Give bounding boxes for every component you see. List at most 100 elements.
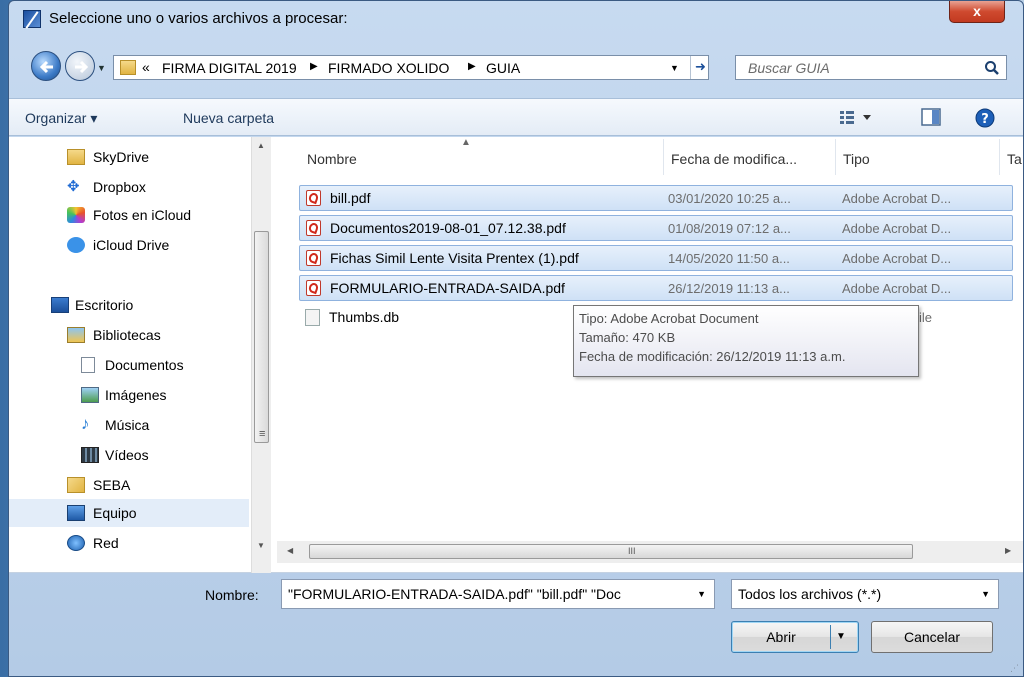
search-box[interactable]: Buscar GUIA [735, 55, 1007, 80]
grip-icon: ≡ [259, 428, 266, 440]
column-divider[interactable] [835, 139, 836, 175]
sidebar-item-icloud-drive[interactable]: iCloud Drive [9, 231, 249, 259]
sidebar-item-seba[interactable]: SEBA [9, 471, 249, 499]
scroll-left-icon[interactable]: ◀ [287, 546, 293, 555]
sidebar-item-label: iCloud Drive [93, 237, 170, 253]
scroll-right-icon[interactable]: ▶ [1005, 546, 1011, 555]
breadcrumb-chevron-icon[interactable]: ▶ [310, 61, 318, 72]
address-bar[interactable]: « FIRMA DIGITAL 2019 ▶ FIRMADO XOLIDO ▶ … [113, 55, 709, 80]
sidebar-item-videos[interactable]: Vídeos [9, 441, 249, 469]
column-header-name[interactable]: Nombre [307, 151, 357, 167]
file-row[interactable]: FORMULARIO-ENTRADA-SAIDA.pdf 26/12/2019 … [299, 275, 1013, 301]
sidebar-item-label: Escritorio [75, 297, 134, 313]
sort-ascending-icon: ▲ [461, 137, 471, 148]
sidebar-item-label: Equipo [93, 505, 137, 521]
open-options-dropdown-icon[interactable]: ▼ [836, 622, 846, 652]
file-date: 03/01/2020 10:25 a... [668, 191, 791, 206]
file-row[interactable]: Documentos2019-08-01_07.12.38.pdf 01/08/… [299, 215, 1013, 241]
sidebar-item-label: Bibliotecas [93, 327, 161, 343]
address-overflow-button[interactable]: « [142, 59, 150, 75]
column-divider[interactable] [663, 139, 664, 175]
file-date: 01/08/2019 07:12 a... [668, 221, 791, 236]
back-arrow-icon [39, 60, 53, 74]
column-divider[interactable] [999, 139, 1000, 175]
back-button[interactable] [31, 51, 61, 81]
sidebar-scroll-thumb[interactable]: ≡ [254, 231, 269, 443]
filename-dropdown-icon[interactable]: ▼ [697, 589, 706, 599]
breadcrumb-guia[interactable]: GUIA [486, 60, 520, 76]
forward-button[interactable] [65, 51, 95, 81]
new-folder-button[interactable]: Nueva carpeta [183, 110, 274, 126]
search-input[interactable]: Buscar GUIA [748, 60, 830, 76]
folder-icon [120, 60, 136, 75]
sidebar-item-fotos-icloud[interactable]: Fotos en iCloud [9, 201, 249, 229]
search-icon[interactable] [984, 60, 1000, 76]
help-icon[interactable]: ? [975, 108, 995, 128]
preview-pane-icon[interactable] [921, 108, 941, 126]
grip-icon: III [628, 546, 636, 556]
column-header-size[interactable]: Ta [1007, 151, 1022, 167]
address-dropdown-icon[interactable]: ▼ [670, 63, 679, 73]
close-button[interactable]: x [949, 1, 1005, 23]
svg-text:?: ? [981, 112, 989, 127]
desktop-icon [51, 297, 69, 313]
sidebar-item-red[interactable]: Red [9, 529, 249, 557]
column-header-type[interactable]: Tipo [843, 151, 870, 167]
view-options-icon[interactable] [839, 108, 875, 126]
sidebar-item-musica[interactable]: ♪ Música [9, 411, 249, 439]
pdf-file-icon [306, 250, 321, 266]
folder-icon [67, 149, 85, 165]
filename-field[interactable]: "FORMULARIO-ENTRADA-SAIDA.pdf" "bill.pdf… [281, 579, 715, 609]
sidebar-item-bibliotecas[interactable]: Bibliotecas [9, 321, 249, 349]
scroll-up-icon[interactable]: ▲ [257, 141, 265, 150]
horizontal-scroll-thumb[interactable]: III [309, 544, 913, 559]
organize-button[interactable]: Organizar ▾ [25, 110, 97, 127]
image-icon [81, 387, 99, 403]
scroll-down-icon[interactable]: ▼ [257, 541, 265, 550]
sidebar-item-label: SkyDrive [93, 149, 150, 165]
sidebar-item-documentos[interactable]: Documentos [9, 351, 249, 379]
open-button[interactable]: Abrir ▼ [731, 621, 859, 653]
user-folder-icon [67, 477, 85, 493]
tooltip-size: Tamaño: 470 KB [579, 330, 676, 345]
forward-arrow-icon [75, 60, 89, 74]
sidebar-item-label: Fotos en iCloud [93, 207, 192, 223]
horizontal-scrollbar[interactable]: ◀ III ▶ [277, 541, 1023, 563]
column-header-date[interactable]: Fecha de modifica... [671, 151, 797, 167]
sidebar-item-label: Documentos [105, 357, 184, 373]
sidebar-item-skydrive[interactable]: SkyDrive [9, 143, 249, 171]
refresh-button[interactable]: ➜ [690, 56, 710, 79]
file-type-filter-select[interactable]: Todos los archivos (*.*) ▼ [731, 579, 999, 609]
resize-grip-icon[interactable]: ⋰ [1010, 663, 1019, 674]
file-type-filter-value: Todos los archivos (*.*) [738, 586, 882, 602]
open-button-label: Abrir [766, 629, 796, 645]
sidebar-item-label: Vídeos [105, 447, 149, 463]
file-date: 14/05/2020 11:50 a... [668, 251, 790, 266]
cancel-button[interactable]: Cancelar [871, 621, 993, 653]
sidebar-item-imagenes[interactable]: Imágenes [9, 381, 249, 409]
file-date: 26/12/2019 11:13 a... [668, 281, 790, 296]
command-bar: Organizar ▾ Nueva carpeta ? [9, 98, 1023, 136]
history-dropdown-icon[interactable]: ▼ [97, 63, 106, 73]
sidebar-item-equipo[interactable]: Equipo [9, 499, 249, 527]
sidebar-item-dropbox[interactable]: ✥ Dropbox [9, 173, 249, 201]
file-type: Adobe Acrobat D... [842, 191, 952, 206]
file-row[interactable]: bill.pdf 03/01/2020 10:25 a... Adobe Acr… [299, 185, 1013, 211]
video-icon [81, 447, 99, 463]
filter-dropdown-icon[interactable]: ▼ [981, 589, 990, 599]
sidebar-item-escritorio[interactable]: Escritorio [9, 291, 249, 319]
dialog-footer: Nombre: "FORMULARIO-ENTRADA-SAIDA.pdf" "… [9, 573, 1023, 677]
breadcrumb-chevron-icon[interactable]: ▶ [468, 61, 476, 72]
dialog-title: Seleccione uno o varios archivos a proce… [49, 10, 348, 27]
document-icon [81, 357, 95, 373]
breadcrumb-firma-digital[interactable]: FIRMA DIGITAL 2019 [162, 60, 297, 76]
breadcrumb-firmado-xolido[interactable]: FIRMADO XOLIDO [328, 60, 449, 76]
file-row[interactable]: Fichas Simil Lente Visita Prentex (1).pd… [299, 245, 1013, 271]
pdf-file-icon [306, 280, 321, 296]
sidebar-scrollbar[interactable]: ▲ ≡ ▼ [251, 137, 271, 573]
navigation-bar: ▼ « FIRMA DIGITAL 2019 ▶ FIRMADO XOLIDO … [9, 43, 1023, 87]
sidebar-item-label: Red [93, 535, 119, 551]
file-open-dialog: Seleccione uno o varios archivos a proce… [8, 0, 1024, 677]
photos-icon [67, 207, 85, 223]
file-type: Adobe Acrobat D... [842, 221, 952, 236]
